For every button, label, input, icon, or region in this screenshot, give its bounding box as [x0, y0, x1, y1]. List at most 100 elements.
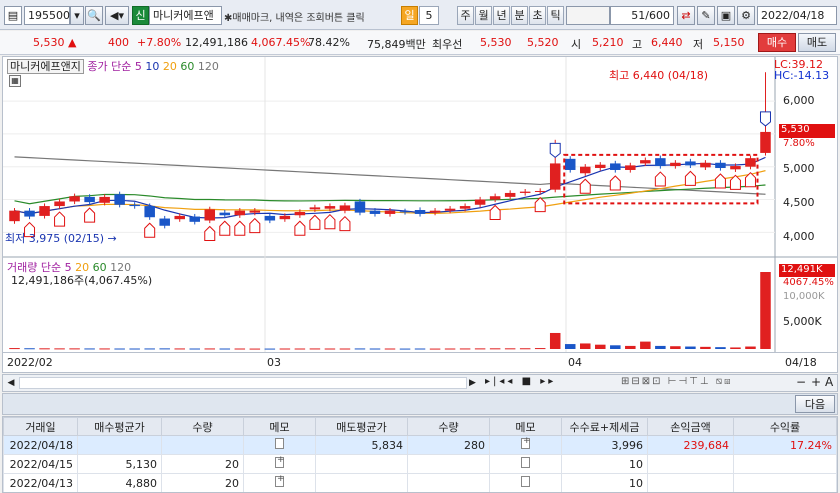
link-icon[interactable]: ⇄	[677, 6, 695, 25]
buy-button[interactable]: 매수	[758, 33, 796, 52]
col-header[interactable]: 메모	[489, 417, 562, 436]
playback-controls[interactable]: ▸|◂◂ ■ ▸▸	[485, 376, 556, 387]
buy-marker	[324, 213, 336, 230]
x-label-last: 04/18	[785, 356, 817, 369]
candle-up	[384, 210, 396, 214]
menu-icon[interactable]: ▤	[4, 6, 22, 25]
period-week[interactable]: 주	[457, 6, 474, 25]
memo-cell[interactable]	[489, 473, 562, 492]
col-header[interactable]: 수수료+제세금	[561, 417, 648, 436]
volume-bar	[309, 348, 321, 350]
memo-add-icon[interactable]	[275, 455, 285, 468]
period-day-count[interactable]: 5	[419, 6, 439, 25]
code-dropdown-icon[interactable]: ▾	[70, 6, 84, 25]
high-price: 6,440	[651, 36, 683, 49]
memo-icon[interactable]	[521, 457, 530, 468]
count-field[interactable]: 51/600	[610, 6, 674, 25]
drawing-tools[interactable]: ⊞⊟⊠⊡ ⊢⊣⊤⊥ ⧅⧆	[621, 376, 732, 387]
volume-bar	[159, 348, 170, 350]
table-row[interactable]: 2022/04/13 4,880 20 10	[3, 473, 837, 492]
zoom-out-button[interactable]: −	[796, 375, 806, 389]
volume-tag: 12,491K	[779, 264, 835, 277]
col-header[interactable]: 메모	[243, 417, 316, 436]
chart-scroll-bar[interactable]: ◀ ▶ ▸|◂◂ ■ ▸▸ ⊞⊟⊠⊡ ⊢⊣⊤⊥ ⧅⧆ − + A	[2, 374, 838, 392]
period-detail-input[interactable]	[566, 6, 610, 25]
col-header[interactable]: 수익률	[733, 417, 837, 436]
buy-marker	[84, 207, 96, 223]
arrow-left-icon[interactable]: ◀	[5, 376, 17, 390]
settings-icon[interactable]: ⚙	[737, 6, 755, 25]
trade-history-table[interactable]: 거래일 매수평균가 수량 메모 매도평균가 수량 메모 수수료+제세금 손익금액…	[2, 416, 838, 493]
volume-ratio: 78.42%	[308, 36, 350, 49]
price-chart[interactable]: 마니커에프앤지 종가 단순 5 10 20 60 120 ▦ LC:39.12 …	[2, 56, 838, 353]
table-row[interactable]: 2022/04/18 5,834 280 3,996 239,684 17.24…	[3, 435, 837, 455]
grid-table-icon[interactable]: ▦	[9, 75, 21, 87]
buy-marker	[654, 171, 666, 187]
volume-bar	[54, 348, 65, 350]
zoom-in-button[interactable]: +	[811, 375, 821, 389]
save-icon[interactable]: ▣	[717, 6, 735, 25]
sell-button[interactable]: 매도	[798, 33, 836, 52]
memo-add-icon[interactable]	[275, 474, 285, 487]
memo-cell[interactable]	[243, 473, 316, 492]
period-year[interactable]: 년	[493, 6, 510, 25]
count-value: 51	[631, 9, 646, 22]
memo-add-icon[interactable]	[521, 436, 531, 449]
volume-bar	[670, 346, 681, 349]
candle-up	[69, 196, 80, 202]
candle-down	[715, 162, 726, 169]
quote-bar: 5,530 ▲ 400 +7.80% 12,491,186 4,067.45% …	[0, 31, 840, 55]
col-header[interactable]: 매도평균가	[315, 417, 408, 436]
col-header[interactable]: 수량	[407, 417, 490, 436]
count-total: /600	[645, 9, 670, 22]
date-input[interactable]: 2022/04/18	[757, 6, 837, 25]
arrow-right-icon[interactable]: ▶	[469, 376, 481, 390]
table-row[interactable]: 2022/04/15 5,130 20 10	[3, 454, 837, 474]
volume-bar	[99, 348, 110, 350]
period-tick[interactable]: 틱	[547, 6, 564, 25]
next-button[interactable]: 다음	[795, 395, 835, 413]
cell-buy-qty	[161, 435, 244, 455]
col-header[interactable]: 손익금액	[647, 417, 734, 436]
best-ask: 5,530	[480, 36, 512, 49]
hc-label: HC:-14.13	[774, 69, 830, 82]
memo-icon[interactable]	[521, 476, 530, 487]
chart-canvas[interactable]	[3, 57, 837, 352]
period-day[interactable]: 일	[401, 6, 418, 25]
volume-bar	[655, 345, 666, 349]
current-pct-tag: 7.80%	[783, 138, 815, 149]
search-icon[interactable]: 🔍	[85, 6, 103, 25]
low-annotation-text: 최저 3,975 (02/15)	[5, 232, 105, 245]
candle-up	[670, 162, 681, 167]
memo-cell[interactable]	[489, 454, 562, 474]
best-price-label: 최우선	[432, 38, 463, 51]
open-label: 시	[571, 38, 582, 51]
col-header[interactable]: 거래일	[3, 417, 78, 436]
period-minute[interactable]: 분	[511, 6, 528, 25]
candle-down	[685, 161, 696, 166]
memo-cell[interactable]	[489, 435, 562, 455]
volume-bar	[324, 348, 336, 350]
stock-code-input[interactable]: 195500	[24, 6, 70, 25]
memo-icon[interactable]	[275, 438, 284, 449]
candle-down	[189, 216, 201, 222]
font-button[interactable]: A	[825, 375, 833, 389]
volume-bar	[114, 348, 125, 350]
volume-bar	[384, 348, 396, 350]
col-header[interactable]: 매수평균가	[77, 417, 162, 436]
period-second[interactable]: 초	[529, 6, 546, 25]
col-header[interactable]: 수량	[161, 417, 244, 436]
candle-down	[399, 211, 411, 213]
volume-bar	[9, 348, 20, 350]
candle-up	[324, 206, 336, 209]
candle-up	[549, 163, 561, 190]
speaker-icon[interactable]: ◀▾	[105, 6, 129, 25]
draw-icon[interactable]: ✎	[697, 6, 715, 25]
scroll-track[interactable]	[19, 377, 467, 389]
period-month[interactable]: 월	[475, 6, 492, 25]
memo-cell[interactable]	[243, 454, 316, 474]
x-label-apr: 04	[568, 356, 582, 369]
memo-cell[interactable]	[243, 435, 316, 455]
price-change: 400	[108, 36, 129, 49]
candle-up	[429, 210, 441, 213]
